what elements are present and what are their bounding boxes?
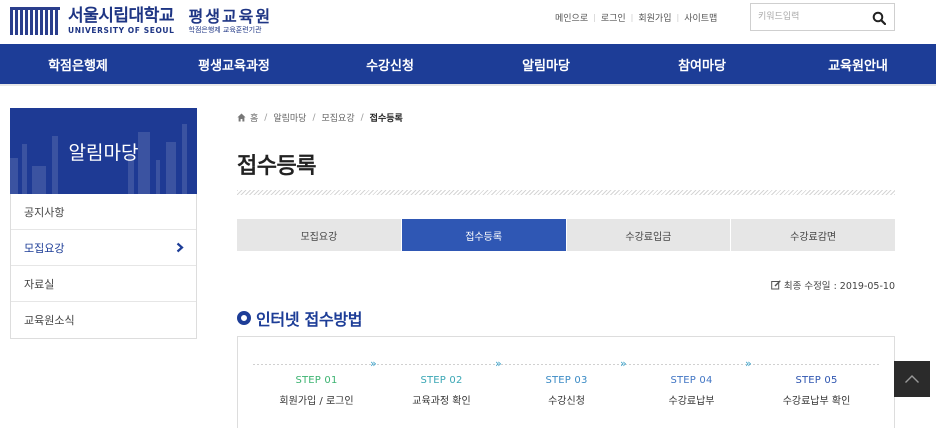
util-link-main[interactable]: 메인으로 <box>555 11 588 24</box>
step-label: 수강료납부 확인 <box>782 396 851 407</box>
breadcrumb-recruitment[interactable]: 모집요강 <box>322 111 355 124</box>
tab-tuition-discount[interactable]: 수강료감면 <box>731 219 895 251</box>
step-number: STEP 02 <box>420 375 463 386</box>
step-item: STEP 02 교육과정 확인 <box>379 375 504 407</box>
bullet-circle-icon <box>237 311 251 325</box>
gnb-item-about[interactable]: 교육원안내 <box>780 44 936 84</box>
step-label: 수강신청 <box>548 396 585 407</box>
step-number: STEP 05 <box>795 375 838 386</box>
home-icon[interactable] <box>237 113 246 122</box>
breadcrumb-home[interactable]: 홈 <box>250 111 258 124</box>
tab-registration[interactable]: 접수등록 <box>401 219 566 251</box>
double-chevron-right-icon: » <box>620 357 627 370</box>
gnb-item-participation[interactable]: 참여마당 <box>624 44 780 84</box>
logo-institute-desc: 학점은행제 교육훈련기관 <box>188 26 262 34</box>
chevron-up-icon <box>905 375 919 383</box>
step-item: STEP 04 수강료납부 <box>629 375 754 407</box>
gnb-item-notice[interactable]: 알림마당 <box>468 44 624 84</box>
step-number: STEP 03 <box>545 375 588 386</box>
sidebar-item-label: 자료실 <box>24 277 55 291</box>
utility-links: 메인으로 | 로그인 | 회원가입 | 사이트맵 <box>555 11 718 24</box>
steps-box: » » » » STEP 01 회원가입 / 로그인 STEP 02 교육과정 … <box>237 336 895 428</box>
sidebar-title: 알림마당 <box>68 142 139 164</box>
search-input[interactable] <box>758 5 868 29</box>
breadcrumb-notice[interactable]: 알림마당 <box>273 111 306 124</box>
sidebar-menu: 공지사항 모집요강 자료실 교육원소식 <box>10 194 197 339</box>
sidebar-item-label: 모집요강 <box>24 241 65 255</box>
search-box <box>750 3 895 31</box>
header: 서울시립대학교 UNIVERSITY OF SEOUL 평생교육원 학점은행제 … <box>0 0 936 44</box>
util-link-login[interactable]: 로그인 <box>601 11 626 24</box>
sidebar-item-recruitment[interactable]: 모집요강 <box>11 230 196 266</box>
breadcrumb-current: 접수등록 <box>369 114 403 124</box>
gnb-item-courses[interactable]: 평생교육과정 <box>156 44 312 84</box>
step-label: 수강료납부 <box>668 396 715 407</box>
page-title: 접수등록 <box>237 154 316 179</box>
sidebar-item-notices[interactable]: 공지사항 <box>11 194 196 230</box>
breadcrumb: 홈 / 알림마당 / 모집요강 / 접수등록 <box>237 111 403 124</box>
gnb-item-credit-bank[interactable]: 학점은행제 <box>0 44 156 84</box>
steps-dotted-line <box>253 364 881 365</box>
step-item: STEP 03 수강신청 <box>504 375 629 407</box>
step-number: STEP 01 <box>295 375 338 386</box>
double-chevron-right-icon: » <box>745 357 752 370</box>
step-item: STEP 01 회원가입 / 로그인 <box>254 375 379 407</box>
sidebar-item-label: 공지사항 <box>24 205 65 219</box>
util-link-sitemap[interactable]: 사이트맵 <box>684 11 717 24</box>
logo-name-kr: 서울시립대학교 <box>68 6 174 26</box>
section-title-text: 인터넷 접수방법 <box>256 310 363 329</box>
step-label: 교육과정 확인 <box>412 396 471 407</box>
edit-icon <box>771 280 781 290</box>
step-item: STEP 05 수강료납부 확인 <box>754 375 879 407</box>
tab-tuition-payment[interactable]: 수강료입금 <box>566 219 731 251</box>
logo-institute: 평생교육원 <box>188 7 273 26</box>
logo[interactable]: 서울시립대학교 UNIVERSITY OF SEOUL 평생교육원 학점은행제 … <box>10 5 272 37</box>
sidebar-item-label: 교육원소식 <box>24 314 75 327</box>
step-number: STEP 04 <box>670 375 713 386</box>
double-chevron-right-icon: » <box>495 357 502 370</box>
main-nav: 학점은행제 평생교육과정 수강신청 알림마당 참여마당 교육원안내 <box>0 44 936 84</box>
nav-divider <box>0 84 936 86</box>
sidebar-header: 알림마당 <box>10 108 197 194</box>
sub-tabs: 모집요강 접수등록 수강료입금 수강료감면 <box>237 219 895 251</box>
logo-emblem-icon <box>10 7 62 35</box>
chevron-right-icon <box>176 242 184 256</box>
section-title: 인터넷 접수방법 <box>237 306 363 330</box>
double-chevron-right-icon: » <box>370 357 377 370</box>
logo-name-en: UNIVERSITY OF SEOUL <box>68 26 175 35</box>
search-icon[interactable] <box>872 10 887 26</box>
last-updated: 최종 수정일 : 2019-05-10 <box>771 278 895 292</box>
gnb-item-registration[interactable]: 수강신청 <box>312 44 468 84</box>
title-divider <box>237 190 895 195</box>
tab-recruitment[interactable]: 모집요강 <box>237 219 401 251</box>
util-link-join[interactable]: 회원가입 <box>638 11 671 24</box>
sidebar-item-archive[interactable]: 자료실 <box>11 266 196 302</box>
sidebar-item-news[interactable]: 교육원소식 <box>11 302 196 338</box>
scroll-to-top-button[interactable] <box>894 361 930 397</box>
last-updated-text: 최종 수정일 : 2019-05-10 <box>783 281 895 292</box>
step-label: 회원가입 / 로그인 <box>279 396 354 407</box>
